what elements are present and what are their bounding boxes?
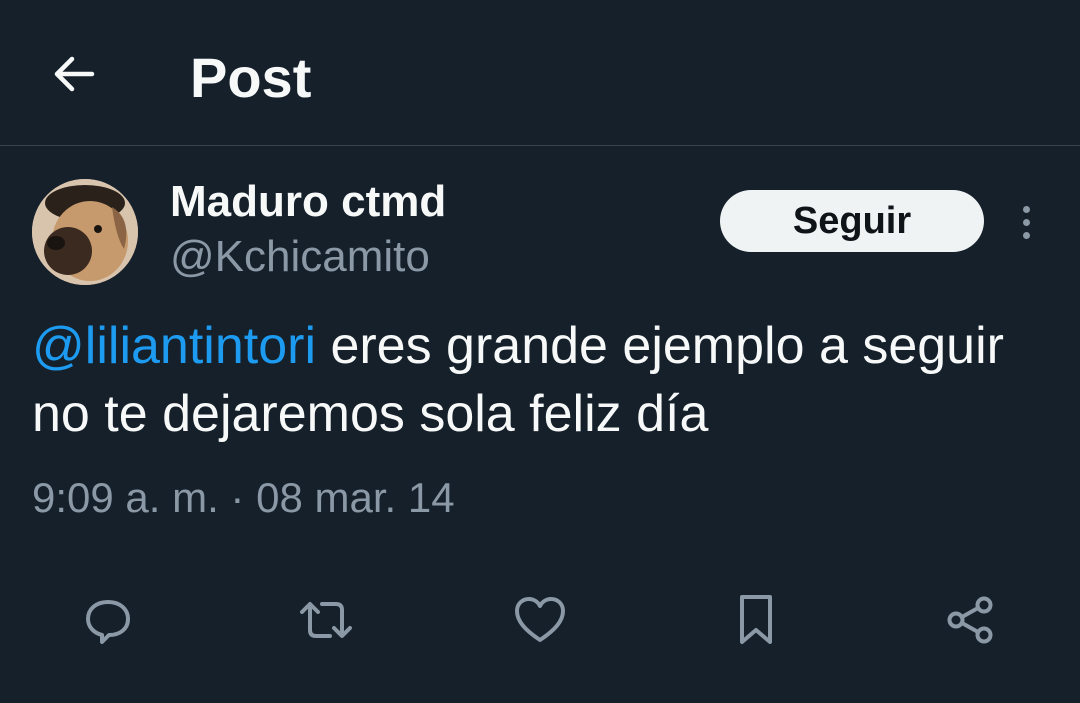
arrow-left-icon <box>54 56 95 92</box>
tweet-text: @liliantintori eres grande ejemplo a seg… <box>32 312 1042 448</box>
page-title: Post <box>190 46 312 109</box>
more-dot-icon <box>1022 218 1030 226</box>
tweet-time: 9:09 a. m. <box>32 474 219 521</box>
meta-separator: · <box>218 474 257 521</box>
tweet-date: 08 mar. 14 <box>256 474 455 521</box>
more-options-button[interactable] <box>1008 198 1044 246</box>
bookmark-button[interactable] <box>728 592 784 648</box>
share-button[interactable] <box>942 592 998 648</box>
reply-icon <box>86 600 130 644</box>
bookmark-icon <box>740 595 772 644</box>
share-icon <box>947 596 993 644</box>
like-button[interactable] <box>512 592 568 648</box>
top-bar: Post <box>0 0 1080 146</box>
avatar[interactable] <box>32 179 138 285</box>
mention-link[interactable]: @liliantintori <box>32 317 316 375</box>
author-display-name[interactable]: Maduro ctmd <box>170 176 446 228</box>
more-dot-icon <box>1022 231 1030 239</box>
author-handle[interactable]: @Kchicamito <box>170 231 430 283</box>
follow-button[interactable]: Seguir <box>720 190 984 252</box>
more-dot-icon <box>1022 205 1030 213</box>
back-button[interactable] <box>46 48 102 100</box>
like-icon <box>515 597 565 642</box>
dog-avatar <box>32 179 138 285</box>
retweet-icon <box>300 602 352 638</box>
reply-button[interactable] <box>80 592 136 648</box>
retweet-button[interactable] <box>298 592 354 648</box>
post-screen: Post Maduro ctmd @Kchicamito Seguir @lil… <box>0 0 1080 703</box>
tweet-timestamp[interactable]: 9:09 a. m. · 08 mar. 14 <box>32 472 455 524</box>
